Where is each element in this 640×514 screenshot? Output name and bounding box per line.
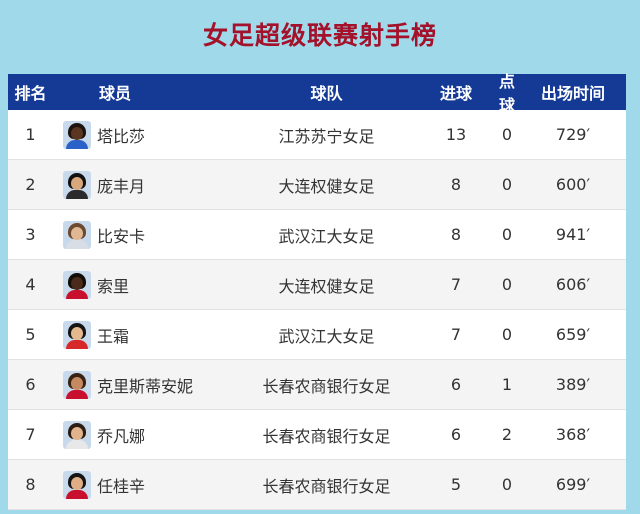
table-row: 2 庞丰月 大连权健女足 8 0 600′ (8, 160, 626, 210)
time-cell: 600′ (555, 175, 591, 194)
time-cell: 368′ (555, 425, 591, 444)
player-avatar-icon (63, 470, 91, 499)
player-avatar-icon (63, 220, 91, 249)
team-cell: 大连权健女足 (278, 176, 375, 196)
table-row: 8 任桂辛 长春农商银行女足 5 0 699′ (8, 460, 626, 510)
time-cell: 606′ (555, 275, 591, 294)
rank-cell: 7 (25, 425, 36, 444)
penalties-cell: 2 (501, 425, 513, 444)
header-goals: 进球 (439, 84, 472, 103)
header-time: 出场时间 (540, 84, 605, 103)
scorer-table: 排名 球员 球队 进球 点球 出场时间 1 塔比莎 江苏苏宁女足 13 0 72… (8, 72, 626, 510)
player-name: 塔比莎 (97, 126, 146, 146)
player-name: 王霜 (97, 326, 130, 346)
player-avatar-icon (63, 270, 91, 299)
rank-cell: 3 (25, 225, 36, 244)
table-header: 排名 球员 球队 进球 点球 出场时间 (8, 72, 626, 115)
penalties-cell: 0 (501, 275, 513, 294)
time-cell: 389′ (555, 375, 591, 394)
table-row: 7 乔凡娜 长春农商银行女足 6 2 368′ (8, 410, 626, 460)
table-row: 5 王霜 武汉江大女足 7 0 659′ (8, 310, 626, 360)
header-penalties: 点球 (498, 72, 515, 115)
team-cell: 武汉江大女足 (278, 226, 375, 246)
player-cell: 乔凡娜 (53, 420, 235, 449)
player-avatar-icon (63, 370, 91, 399)
player-avatar-icon (63, 420, 91, 449)
penalties-cell: 0 (501, 225, 513, 244)
goals-cell: 7 (450, 275, 462, 294)
goals-cell: 13 (445, 125, 467, 144)
goals-cell: 6 (450, 425, 462, 444)
team-cell: 长春农商银行女足 (262, 376, 391, 396)
team-cell: 大连权健女足 (278, 276, 375, 296)
rank-cell: 2 (25, 175, 36, 194)
leaderboard-frame: 女足超级联赛射手榜 排名 球员 球队 进球 点球 出场时间 1 塔比莎 江苏苏宁… (0, 0, 640, 514)
player-cell: 塔比莎 (53, 120, 235, 149)
team-cell: 江苏苏宁女足 (278, 126, 375, 146)
player-cell: 克里斯蒂安妮 (53, 370, 235, 399)
penalties-cell: 1 (501, 375, 513, 394)
header-player: 球员 (99, 84, 132, 103)
player-cell: 索里 (53, 270, 235, 299)
player-name: 比安卡 (97, 226, 146, 246)
goals-cell: 5 (450, 475, 462, 494)
player-name: 庞丰月 (97, 176, 146, 196)
rank-cell: 8 (25, 475, 36, 494)
time-cell: 659′ (555, 325, 591, 344)
time-cell: 699′ (555, 475, 591, 494)
team-cell: 长春农商银行女足 (262, 426, 391, 446)
team-cell: 武汉江大女足 (278, 326, 375, 346)
rank-cell: 5 (25, 325, 36, 344)
player-cell: 任桂辛 (53, 470, 235, 499)
goals-cell: 7 (450, 325, 462, 344)
penalties-cell: 0 (501, 475, 513, 494)
goals-cell: 8 (450, 175, 462, 194)
table-row: 4 索里 大连权健女足 7 0 606′ (8, 260, 626, 310)
table-row: 1 塔比莎 江苏苏宁女足 13 0 729′ (8, 110, 626, 160)
penalties-cell: 0 (501, 325, 513, 344)
goals-cell: 6 (450, 375, 462, 394)
player-name: 克里斯蒂安妮 (97, 376, 194, 396)
player-name: 任桂辛 (97, 476, 146, 496)
goals-cell: 8 (450, 225, 462, 244)
player-cell: 比安卡 (53, 220, 235, 249)
time-cell: 941′ (555, 225, 591, 244)
rank-cell: 6 (25, 375, 36, 394)
player-cell: 王霜 (53, 320, 235, 349)
penalties-cell: 0 (501, 125, 513, 144)
player-name: 索里 (97, 276, 130, 296)
penalties-cell: 0 (501, 175, 513, 194)
time-cell: 729′ (555, 125, 591, 144)
team-cell: 长春农商银行女足 (262, 476, 391, 496)
header-rank: 排名 (14, 84, 47, 103)
table-row: 6 克里斯蒂安妮 长春农商银行女足 6 1 389′ (8, 360, 626, 410)
player-name: 乔凡娜 (97, 426, 146, 446)
player-cell: 庞丰月 (53, 170, 235, 199)
page-title: 女足超级联赛射手榜 (202, 21, 437, 50)
rank-cell: 1 (25, 125, 36, 144)
rank-cell: 4 (25, 275, 36, 294)
player-avatar-icon (63, 120, 91, 149)
table-row: 3 比安卡 武汉江大女足 8 0 941′ (8, 210, 626, 260)
header-team: 球队 (310, 84, 343, 103)
player-avatar-icon (63, 170, 91, 199)
player-avatar-icon (63, 320, 91, 349)
